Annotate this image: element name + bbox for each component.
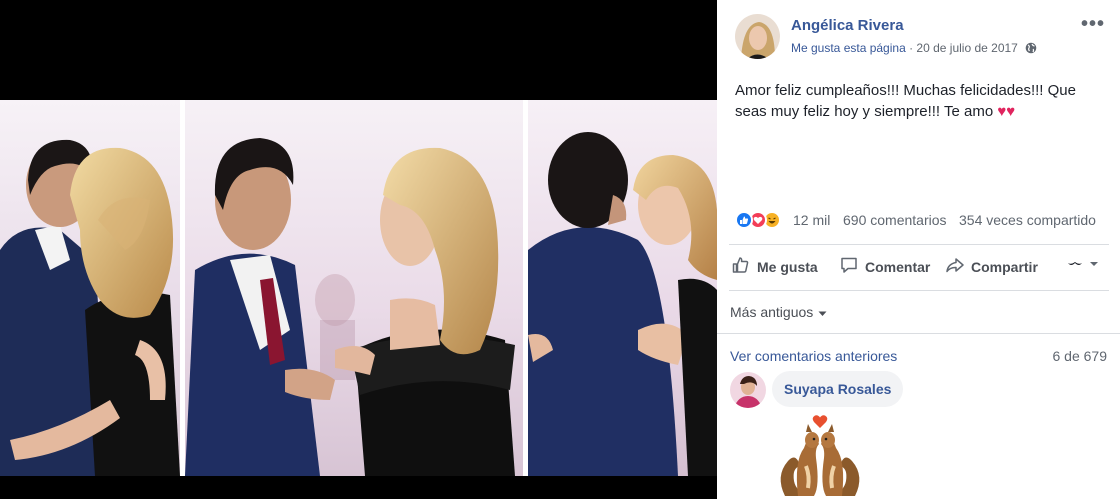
post-actions: Me gusta Comentar Compartir [731, 252, 1111, 282]
comment-sort-dropdown[interactable]: Más antiguos [730, 304, 827, 320]
like-icon [735, 211, 753, 229]
reactions-summary: 12 mil 690 comentarios 354 veces compart… [735, 209, 1107, 233]
reaction-icons[interactable] [735, 211, 791, 231]
reaction-selector-button[interactable] [1067, 255, 1099, 271]
author-avatar[interactable] [735, 14, 780, 59]
comment-pager: 6 de 679 [1052, 348, 1108, 364]
comment-button[interactable]: Comentar [839, 255, 930, 278]
post-text-line-2: seas muy feliz hoy y siempre!!! Te amo [735, 103, 994, 120]
heart-emoji: ♥♥ [997, 103, 1016, 120]
post-pane: Angélica Rivera Me gusta esta página · 2… [717, 0, 1120, 499]
mustache-icon [1067, 255, 1083, 271]
divider [729, 244, 1109, 245]
sort-label: Más antiguos [730, 304, 814, 320]
divider [717, 333, 1120, 334]
comment-button-label: Comentar [865, 258, 931, 275]
photo-viewer[interactable] [0, 0, 717, 499]
post-meta: Me gusta esta página · 20 de julio de 20… [791, 41, 1037, 57]
thumbs-up-icon [731, 255, 751, 278]
comment-icon [839, 255, 859, 278]
like-button-label: Me gusta [757, 258, 818, 275]
photo-panel-2 [185, 100, 523, 476]
view-previous-comments-link[interactable]: Ver comentarios anteriores [730, 348, 897, 364]
like-page-link[interactable]: Me gusta esta página [791, 41, 906, 55]
commenter-avatar[interactable] [730, 372, 766, 408]
post-text-line-1: Amor feliz cumpleaños!!! Muchas felicida… [735, 82, 1076, 99]
photo-panel-3 [528, 100, 717, 476]
divider [729, 290, 1109, 291]
chevron-down-icon [1089, 255, 1099, 271]
meta-separator: · [905, 41, 917, 55]
squirrel-love-sticker[interactable] [770, 406, 870, 498]
more-options-button[interactable]: ••• [1081, 14, 1105, 34]
comment-bubble: Suyapa Rosales [772, 371, 904, 407]
comment-count[interactable]: 690 comentarios [843, 212, 947, 228]
post-header: Angélica Rivera Me gusta esta página · 2… [735, 14, 1105, 60]
comment-item: Suyapa Rosales [730, 370, 1110, 499]
like-button[interactable]: Me gusta [731, 255, 818, 278]
reaction-count[interactable]: 12 mil [793, 212, 830, 228]
share-button-label: Compartir [971, 258, 1038, 275]
chevron-down-icon [818, 304, 827, 320]
share-icon [945, 255, 965, 278]
post-text: Amor feliz cumpleaños!!! Muchas felicida… [735, 80, 1107, 122]
share-count[interactable]: 354 veces compartido [959, 212, 1096, 228]
commenter-name[interactable]: Suyapa Rosales [784, 381, 891, 397]
author-name[interactable]: Angélica Rivera [791, 17, 904, 34]
post-photo[interactable] [0, 100, 717, 476]
photo-panel-1 [0, 100, 180, 476]
share-button[interactable]: Compartir [945, 255, 1038, 278]
globe-icon [1025, 42, 1037, 57]
post-date[interactable]: 20 de julio de 2017 [916, 41, 1017, 55]
